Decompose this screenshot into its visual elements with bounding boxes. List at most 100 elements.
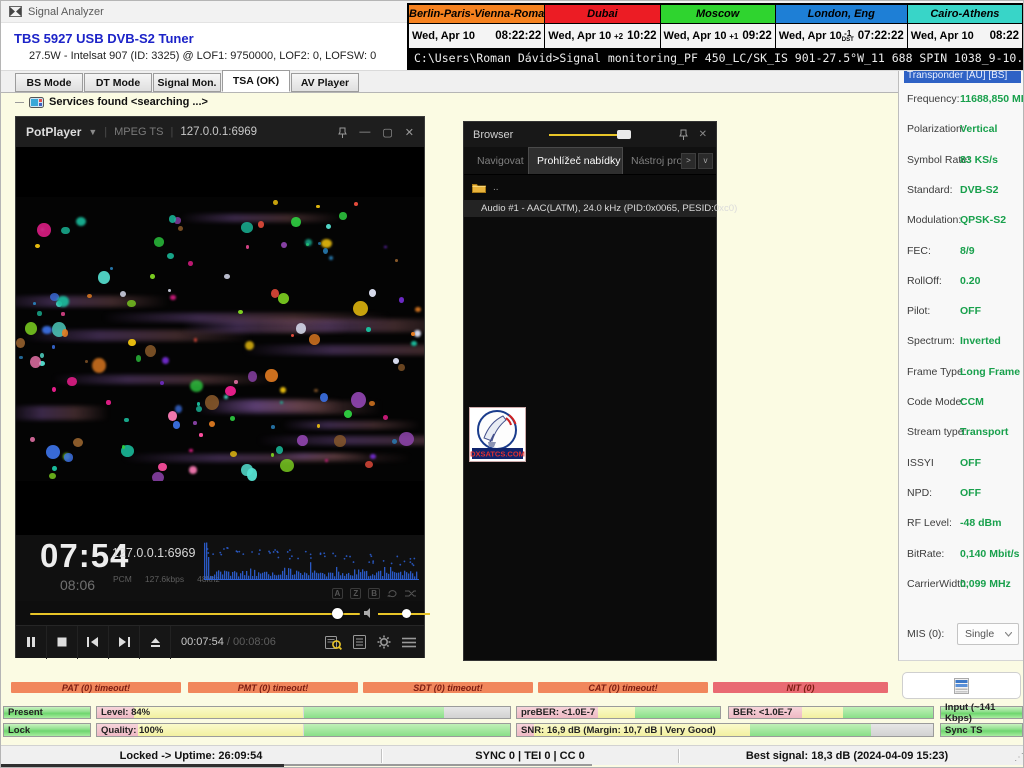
video-bokeh-dot — [124, 418, 128, 422]
param-value: CCM — [960, 396, 984, 408]
alert-bar: PMT (0) timeout! — [188, 682, 358, 693]
video-bokeh-dot — [369, 289, 376, 297]
video-bokeh-dot — [370, 454, 376, 459]
video-bokeh-dot — [320, 393, 328, 402]
control-time: 00:07:54 / 00:08:06 — [181, 636, 276, 648]
video-bokeh-dot — [67, 377, 77, 386]
clock-time: 08:22:22 — [495, 30, 541, 42]
clock-cell: Cairo-Athens Wed, Apr 10 08:22 — [908, 5, 1022, 49]
audio-stream-row[interactable]: Audio #1 - AAC(LATM), 24.0 kHz (PID:0x00… — [464, 200, 716, 217]
window-title: Signal Analyzer — [28, 6, 104, 18]
parent-dir-label[interactable]: .. — [493, 182, 499, 193]
param-row: Standard: DVB-S2 — [899, 184, 1024, 212]
eject-button[interactable] — [140, 626, 171, 659]
param-row: ISSYI OFF — [899, 457, 1024, 485]
maximize-icon[interactable]: ▢ — [382, 126, 392, 139]
next-button[interactable] — [109, 626, 140, 659]
tab-scroll-right-button[interactable]: > — [681, 153, 696, 169]
browser-tab[interactable]: Navigovat — [469, 147, 528, 174]
previous-button[interactable] — [78, 626, 109, 659]
gear-icon[interactable] — [377, 635, 391, 649]
meter-label: Level: 84% — [101, 707, 150, 718]
ab-marker[interactable]: A — [332, 588, 344, 599]
video-bokeh-dot — [52, 345, 55, 348]
video-bokeh-dot — [271, 425, 275, 429]
video-bokeh-dot — [246, 245, 250, 249]
services-text: Services found <searching ...> — [49, 96, 208, 108]
loop-icon[interactable] — [387, 589, 398, 598]
pause-button[interactable] — [16, 626, 47, 659]
close-icon[interactable]: ✕ — [405, 126, 414, 139]
video-bokeh-dot — [305, 239, 313, 246]
param-row: RollOff: 0.20 — [899, 275, 1024, 303]
transponder-header[interactable]: Transponder [AU] [BS] — [904, 71, 1021, 83]
ab-marker[interactable]: B — [368, 588, 380, 599]
playlist-icon[interactable] — [353, 635, 366, 649]
volume-handle[interactable] — [402, 609, 411, 618]
potplayer-app-name[interactable]: PotPlayer — [26, 125, 81, 139]
param-label: Pilot: — [907, 305, 930, 317]
seek-handle[interactable] — [332, 608, 343, 619]
meter-segment-green — [304, 724, 511, 736]
clock-time: 09:22 — [742, 30, 771, 42]
mis-select[interactable]: Single — [957, 623, 1019, 645]
mode-tab[interactable]: TSA (OK) — [222, 70, 290, 92]
shuffle-icon[interactable] — [405, 589, 416, 598]
browser-tab[interactable]: Prohlížeč nabídky — [528, 147, 623, 174]
stop-button[interactable] — [47, 626, 78, 659]
video-bokeh-dot — [248, 371, 258, 382]
param-label: ISSYI — [907, 457, 934, 469]
alert-bar: NIT (0) — [713, 682, 888, 693]
video-bokeh-dot — [395, 259, 398, 262]
volume-icon[interactable] — [364, 608, 374, 618]
chevron-down-icon — [1005, 632, 1012, 637]
opacity-slider[interactable] — [549, 134, 627, 136]
folder-up-row[interactable]: .. — [472, 182, 499, 193]
close-icon[interactable]: ✕ — [699, 129, 707, 140]
stream-list-button[interactable] — [902, 672, 1021, 699]
video-area[interactable] — [16, 147, 424, 535]
video-bokeh-dot — [19, 356, 23, 360]
ab-marker[interactable]: Z — [350, 588, 361, 599]
potplayer-titlebar[interactable]: PotPlayer ▼ | MPEG TS | 127.0.0.1:6969 —… — [16, 117, 424, 147]
mode-tab[interactable]: BS Mode — [15, 73, 83, 92]
video-bokeh-dot — [145, 345, 156, 357]
param-value: OFF — [960, 305, 981, 317]
video-bokeh-dot — [241, 464, 253, 477]
pin-icon[interactable] — [679, 129, 688, 140]
pin-icon[interactable] — [338, 127, 347, 138]
tab-list-button[interactable]: v — [698, 153, 713, 169]
status-bar: Locked -> Uptime: 26:09:54 SYNC 0 | TEI … — [1, 745, 1024, 765]
minimize-icon[interactable]: — — [359, 126, 370, 138]
param-row: Code Mode: CCM — [899, 396, 1024, 424]
video-bokeh-dot — [415, 307, 421, 312]
folder-icon — [472, 182, 486, 193]
mode-tab[interactable]: Signal Mon. — [153, 73, 221, 92]
clock-city: Dubai — [545, 5, 659, 24]
browser-titlebar[interactable]: Browser ✕ — [464, 122, 716, 147]
menu-icon[interactable] — [402, 637, 416, 648]
browser-window: Browser ✕ NavigovatProhlížeč nabídkyNást… — [463, 121, 717, 661]
video-bokeh-dot — [52, 466, 57, 472]
mode-tab[interactable]: DT Mode — [84, 73, 152, 92]
video-bokeh-dot — [366, 327, 371, 332]
video-bokeh-dot — [225, 386, 236, 397]
video-bokeh-dot — [37, 311, 41, 315]
opacity-slider-handle[interactable] — [617, 130, 631, 139]
video-bokeh-dot — [278, 293, 289, 304]
clock-row: Berlin-Paris-Vienna-Roma Wed, Apr 10 08:… — [409, 5, 1022, 49]
param-label: RF Level: — [907, 517, 952, 529]
resize-grip[interactable]: ⋰ — [1014, 752, 1023, 763]
mode-tab[interactable]: AV Player — [291, 73, 359, 92]
sync-ts-indicator: Sync TS — [940, 723, 1023, 737]
console-prompt: C:\Users\Roman Dávid>Signal monitoring_P… — [409, 49, 1022, 70]
video-bokeh-dot — [230, 416, 235, 421]
search-subtitle-icon[interactable] — [325, 635, 342, 650]
browser-tab[interactable]: Nástroj procházení titu... — [623, 147, 681, 174]
video-bokeh-dot — [238, 310, 243, 314]
chevron-down-icon[interactable]: ▼ — [88, 127, 97, 137]
video-bokeh-dot — [160, 381, 164, 385]
param-label: FEC: — [907, 245, 931, 257]
seek-bar[interactable] — [30, 613, 360, 615]
video-bokeh-dot — [234, 380, 237, 384]
